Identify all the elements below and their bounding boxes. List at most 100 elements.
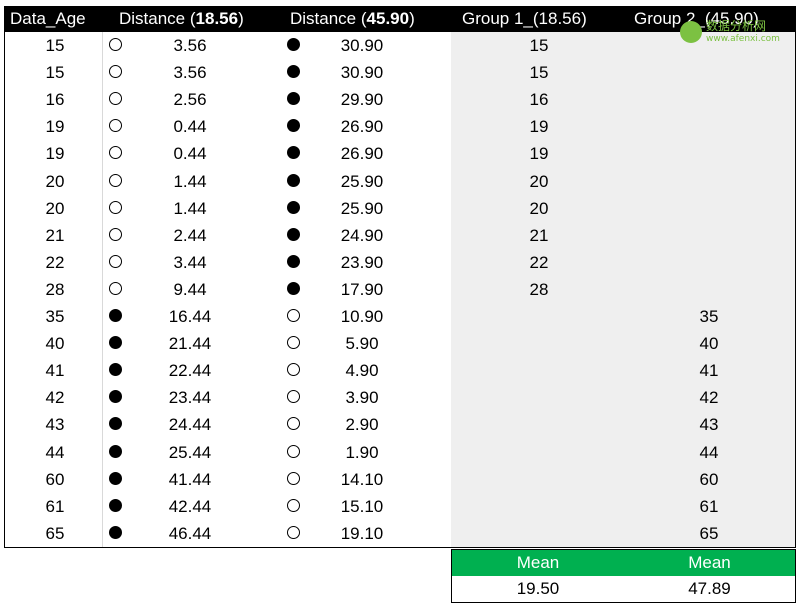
cell-group-2: 60 <box>699 469 719 489</box>
filled-circle-icon <box>287 281 300 295</box>
cell-group-2 <box>677 222 741 249</box>
cell-distance-2: 15.10 <box>340 496 384 516</box>
cell-group-2 <box>677 168 741 195</box>
open-circle-icon <box>287 471 300 485</box>
cell-group-1 <box>507 411 571 438</box>
open-circle-icon <box>109 38 122 51</box>
cell-group-1: 21 <box>529 225 549 245</box>
cell-distance-2: 26.90 <box>340 144 384 164</box>
header-row: Data_Age Distance (18.56) Distance (45.9… <box>4 6 796 32</box>
cell-age: 21 <box>45 225 65 245</box>
table-row: 22 3.44 23.90 22 <box>5 249 795 276</box>
open-circle-icon <box>287 525 300 539</box>
cell-group-1 <box>507 439 571 466</box>
table-row: 19 0.44 26.90 19 <box>5 140 795 167</box>
cell-age: 44 <box>45 442 65 462</box>
open-circle-icon <box>109 173 122 187</box>
table-row: 42 23.44 3.90 42 <box>5 384 795 411</box>
cell-group-1: 15 <box>529 36 549 55</box>
cell-group-1: 19 <box>529 117 549 137</box>
header-distance-1: Distance (18.56) <box>119 9 244 28</box>
cell-group-1: 16 <box>529 90 549 110</box>
cell-group-2: 42 <box>699 388 719 408</box>
filled-circle-icon <box>287 200 300 214</box>
filled-circle-icon <box>109 498 122 512</box>
header-data-age: Data_Age <box>10 9 86 28</box>
cell-age: 20 <box>45 171 65 191</box>
cell-distance-1: 42.44 <box>168 496 212 516</box>
table-row: 41 22.44 4.90 41 <box>5 357 795 384</box>
open-circle-icon <box>287 417 300 431</box>
cell-distance-2: 17.90 <box>340 279 384 299</box>
cell-distance-1: 0.44 <box>173 117 207 137</box>
open-circle-icon <box>109 65 122 79</box>
cell-distance-2: 10.90 <box>340 307 384 326</box>
cell-group-1: 15 <box>529 63 549 83</box>
cell-distance-2: 30.90 <box>340 36 384 55</box>
watermark-title: 数据分析网 <box>706 19 767 33</box>
cell-distance-1: 2.44 <box>173 225 207 245</box>
table-row: 40 21.44 5.90 40 <box>5 330 795 357</box>
table-row: 28 9.44 17.90 28 <box>5 276 795 303</box>
cell-distance-2: 24.90 <box>340 225 384 245</box>
cell-distance-2: 25.90 <box>340 171 384 191</box>
table-row: 15 3.56 30.90 15 <box>5 59 795 86</box>
cell-distance-2: 25.90 <box>340 198 384 218</box>
cell-group-1 <box>507 303 571 330</box>
cell-group-1 <box>507 384 571 411</box>
cell-distance-1: 0.44 <box>173 144 207 164</box>
cell-distance-1: 3.56 <box>173 63 207 83</box>
open-circle-icon <box>109 92 122 106</box>
cell-group-1 <box>507 466 571 493</box>
cell-distance-1: 23.44 <box>168 388 212 408</box>
table-row: 65 46.44 19.10 65 <box>5 520 795 547</box>
cell-age: 22 <box>45 252 65 272</box>
cell-distance-2: 2.90 <box>345 415 379 435</box>
cell-group-2: 40 <box>699 334 719 354</box>
cell-group-1: 28 <box>529 279 549 299</box>
cell-age: 20 <box>45 198 65 218</box>
cell-distance-2: 26.90 <box>340 117 384 137</box>
cell-distance-1: 9.44 <box>173 279 207 299</box>
cell-distance-2: 14.10 <box>340 469 384 489</box>
cell-group-1: 22 <box>529 252 549 272</box>
watermark: 数据分析网 www.afenxi.com <box>680 18 790 48</box>
cell-distance-1: 25.44 <box>168 442 212 462</box>
filled-circle-icon <box>109 525 122 539</box>
open-circle-icon <box>109 200 122 214</box>
table-row: 21 2.44 24.90 21 <box>5 222 795 249</box>
open-circle-icon <box>287 309 300 322</box>
cell-group-2 <box>677 113 741 140</box>
cell-group-2: 41 <box>699 361 719 381</box>
table-row: 19 0.44 26.90 19 <box>5 113 795 140</box>
filled-circle-icon <box>287 227 300 241</box>
cell-distance-1: 3.44 <box>173 252 207 272</box>
cell-distance-1: 24.44 <box>168 415 212 435</box>
cell-distance-1: 3.56 <box>173 36 207 55</box>
cell-distance-1: 2.56 <box>173 90 207 110</box>
cell-age: 19 <box>45 117 65 137</box>
cell-distance-1: 16.44 <box>168 307 212 326</box>
open-circle-icon <box>287 444 300 458</box>
filled-circle-icon <box>109 471 122 485</box>
header-distance-2: Distance (45.90) <box>290 9 415 28</box>
filled-circle-icon <box>109 336 122 350</box>
cell-group-2 <box>677 140 741 167</box>
mean-table: Mean Mean 19.50 47.89 <box>451 549 796 603</box>
cell-distance-1: 41.44 <box>168 469 212 489</box>
table-body: 15 3.56 30.90 15 15 3.56 30.90 15 16 2.56 29.90 16 1… <box>4 32 796 548</box>
table-row: 43 24.44 2.90 43 <box>5 411 795 438</box>
cell-distance-2: 29.90 <box>340 90 384 110</box>
cell-group-2 <box>677 59 741 86</box>
open-circle-icon <box>287 363 300 377</box>
cell-distance-1: 1.44 <box>173 198 207 218</box>
open-circle-icon <box>109 281 122 295</box>
filled-circle-icon <box>287 92 300 106</box>
table-row: 35 16.44 10.90 35 <box>5 303 795 330</box>
open-circle-icon <box>109 146 122 160</box>
cell-age: 61 <box>45 496 65 516</box>
open-circle-icon <box>109 254 122 268</box>
cell-group-2 <box>677 86 741 113</box>
open-circle-icon <box>287 390 300 404</box>
filled-circle-icon <box>109 417 122 431</box>
